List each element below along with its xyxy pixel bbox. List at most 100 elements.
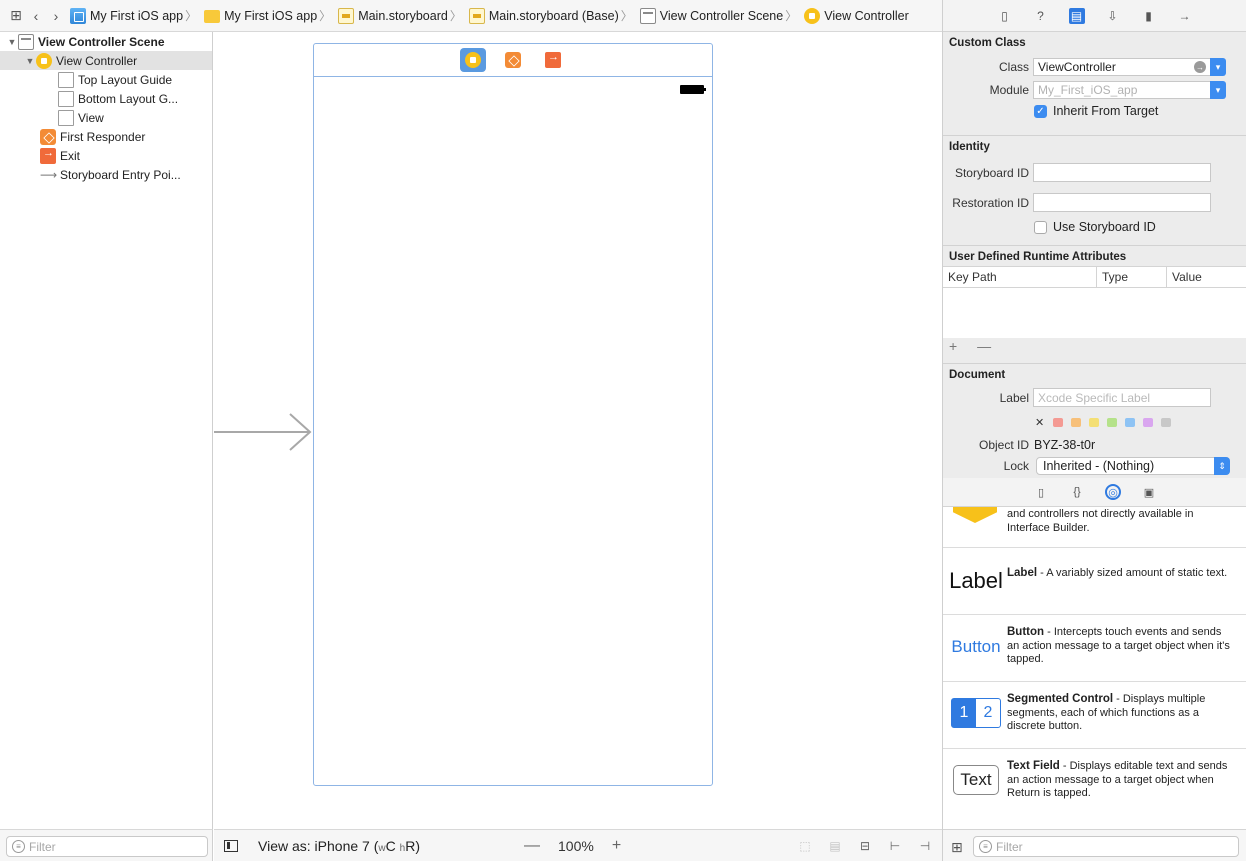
add-remove-attribute-buttons[interactable]: + — [949, 338, 999, 354]
outline-item-bottom-layout-guide[interactable]: Bottom Layout G... [0, 89, 212, 108]
breadcrumb-storyboard-base[interactable]: Main.storyboard (Base) 〉 [468, 7, 636, 24]
swatch-purple[interactable] [1143, 418, 1153, 427]
library-item-button[interactable]: Button Button - Intercepts touch events … [943, 615, 1246, 682]
related-items-grid-icon[interactable]: ⊞ [6, 6, 26, 26]
dock-exit[interactable] [540, 48, 566, 72]
clear-color-icon[interactable]: ✕ [1035, 416, 1045, 429]
disclosure-triangle-icon[interactable]: ▼ [24, 56, 36, 66]
breadcrumb-view-controller[interactable]: View Controller [804, 7, 909, 24]
udra-table-body[interactable] [943, 288, 1246, 338]
swatch-blue[interactable] [1125, 418, 1135, 427]
library-item-custom-object[interactable]: and controllers not directly available i… [943, 507, 1246, 548]
object-library-list[interactable]: and controllers not directly available i… [943, 507, 1246, 829]
label-placeholder: Xcode Specific Label [1038, 390, 1151, 405]
outline-item-exit[interactable]: Exit [0, 146, 212, 165]
outline-item-first-responder[interactable]: First Responder [0, 127, 212, 146]
storyboard-entry-arrow[interactable] [214, 412, 314, 452]
zoom-controls: — 100% + [524, 837, 621, 855]
class-row: Class ViewController → ▾ [943, 58, 1246, 76]
back-chevron-icon[interactable]: ‹ [26, 6, 46, 26]
label-label: Label [999, 390, 1029, 405]
view-as-device[interactable]: View as: iPhone 7 (wC hR) [258, 838, 420, 854]
dock-first-responder[interactable] [500, 48, 526, 72]
toggle-outline-icon[interactable] [224, 839, 238, 852]
outline-filter-input[interactable]: ≡ Filter [6, 836, 208, 857]
library-item-description: and controllers not directly available i… [1007, 508, 1194, 534]
view-controller-icon [465, 52, 481, 68]
outline-item-label: View Controller [56, 53, 138, 68]
swatch-green[interactable] [1107, 418, 1117, 427]
outline-item-view-controller[interactable]: ▼ View Controller [0, 51, 212, 70]
identity-inspector-icon[interactable]: ▤ [1068, 7, 1085, 24]
outline-item-top-layout-guide[interactable]: Top Layout Guide [0, 70, 212, 89]
size-inspector-icon[interactable]: ▮ [1141, 8, 1157, 24]
library-item-segmented-control[interactable]: 1 2 Segmented Control - Displays multipl… [943, 682, 1246, 749]
filter-icon: ≡ [12, 840, 25, 853]
view-controller-frame[interactable] [313, 43, 713, 786]
connections-inspector-icon[interactable]: → [1177, 8, 1193, 24]
storyboard-canvas[interactable] [214, 32, 942, 829]
library-item-text-field[interactable]: Text Text Field - Displays editable text… [943, 749, 1246, 816]
breadcrumb-storyboard[interactable]: Main.storyboard 〉 [338, 7, 465, 24]
outline-item-view[interactable]: View [0, 108, 212, 127]
zoom-out-button[interactable]: — [524, 837, 540, 855]
breadcrumb-scene[interactable]: View Controller Scene 〉 [639, 7, 800, 24]
media-library-icon[interactable]: ▣ [1141, 484, 1157, 500]
utilities-panel: ▯ ? ▤ ⇩ ▮ → Custom Class Class ViewContr… [942, 0, 1246, 861]
disclosure-triangle-icon[interactable]: ▼ [6, 37, 18, 47]
outline-item-entry-point[interactable]: ⟶ Storyboard Entry Poi... [0, 165, 212, 184]
code-snippet-library-icon[interactable]: {} [1069, 484, 1085, 500]
lock-popup[interactable]: Inherited - (Nothing) ⇕ [1036, 457, 1230, 475]
storyboard-id-field[interactable] [1033, 163, 1211, 182]
restoration-id-field[interactable] [1033, 193, 1211, 212]
breadcrumb-project[interactable]: My First iOS app 〉 [70, 7, 200, 24]
file-template-library-icon[interactable]: ▯ [1033, 484, 1049, 500]
outline-item-scene[interactable]: ▼ View Controller Scene [0, 32, 212, 51]
column-type[interactable]: Type [1097, 267, 1167, 287]
module-combo[interactable]: My_First_iOS_app ▾ [1033, 81, 1226, 99]
swatch-red[interactable] [1053, 418, 1063, 427]
xcode-window: ⊞ ‹ › My First iOS app 〉 My First iOS app… [0, 0, 1246, 861]
quick-help-icon[interactable]: ? [1033, 8, 1049, 24]
class-combo[interactable]: ViewController → ▾ [1033, 58, 1226, 76]
column-keypath[interactable]: Key Path [943, 267, 1097, 287]
forward-chevron-icon[interactable]: › [46, 6, 66, 26]
update-frames-icon[interactable]: ⬚ [796, 839, 814, 853]
object-id-label: Object ID [978, 438, 1029, 452]
label-row: Label Xcode Specific Label [943, 388, 1246, 407]
grid-view-icon[interactable]: ⊞ [951, 839, 963, 856]
embed-in-stack-icon[interactable]: ▤ [826, 839, 844, 853]
swatch-yellow[interactable] [1089, 418, 1099, 427]
view-as-prefix: View as: iPhone 7 ( [258, 837, 379, 854]
breadcrumb-label: Main.storyboard [358, 8, 448, 23]
lock-value: Inherited - (Nothing) [1043, 459, 1155, 473]
breadcrumb-folder[interactable]: My First iOS app 〉 [204, 7, 334, 24]
dock-view-controller[interactable] [460, 48, 486, 72]
swatch-orange[interactable] [1071, 418, 1081, 427]
xcode-label-field[interactable]: Xcode Specific Label [1033, 388, 1211, 407]
button-thumbnail: Button [951, 637, 1001, 656]
object-library-icon[interactable]: ◎ [1105, 484, 1121, 500]
add-constraints-icon[interactable]: ⊢ [886, 839, 904, 853]
resolve-issues-icon[interactable]: ⊣ [916, 839, 934, 853]
chevron-down-icon[interactable]: ▾ [1210, 58, 1226, 76]
inherit-checkbox[interactable]: ✓ [1034, 104, 1047, 118]
inherit-checkbox-row[interactable]: ✓ Inherit From Target [1034, 104, 1158, 118]
go-to-class-icon[interactable]: → [1194, 61, 1206, 73]
swatch-gray[interactable] [1161, 418, 1171, 427]
use-storyboard-id-row[interactable]: Use Storyboard ID [1034, 220, 1156, 234]
column-value[interactable]: Value [1167, 267, 1207, 287]
lock-row: Lock Inherited - (Nothing) ⇕ [943, 457, 1246, 475]
library-item-description: - A variably sized amount of static text… [1037, 567, 1228, 579]
use-storyboard-id-checkbox[interactable] [1034, 220, 1047, 234]
library-filter-input[interactable]: ≡ Filter [973, 836, 1239, 857]
view-icon [58, 109, 74, 126]
attributes-inspector-icon[interactable]: ⇩ [1105, 8, 1121, 24]
breadcrumb-separator: 〉 [319, 9, 332, 23]
chevron-down-icon[interactable]: ▾ [1210, 81, 1226, 99]
segment-two: 2 [983, 704, 993, 721]
file-inspector-icon[interactable]: ▯ [997, 8, 1013, 24]
library-item-label[interactable]: Label Label - A variably sized amount of… [943, 548, 1246, 615]
align-icon[interactable]: ⊟ [856, 839, 874, 853]
zoom-in-button[interactable]: + [612, 837, 621, 855]
